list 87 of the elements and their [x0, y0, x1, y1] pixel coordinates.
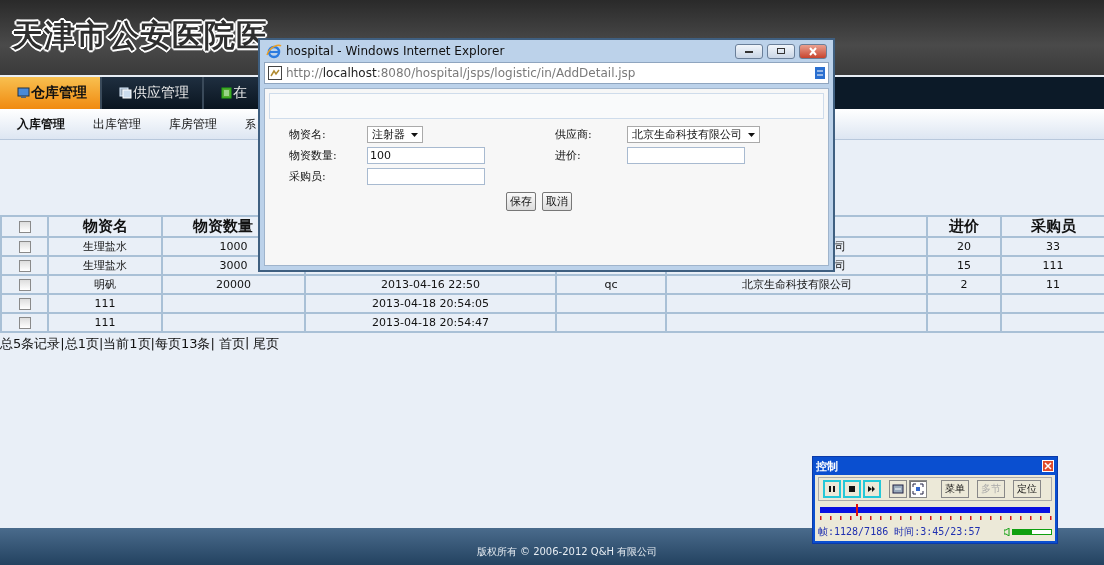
documents-icon	[119, 87, 132, 99]
column-header: 物资数量	[192, 217, 253, 235]
field-label: 物资数量:	[289, 148, 338, 163]
table-cell: 生理盐水	[83, 240, 127, 253]
table-cell: 11	[1046, 278, 1060, 291]
table-cell: 15	[957, 259, 971, 272]
nav-tab[interactable]: 供应管理	[102, 77, 204, 109]
table-cell: 3000	[219, 259, 248, 272]
field-label: 供应商:	[555, 127, 593, 142]
table-cell: 111	[94, 316, 116, 329]
pause-icon	[826, 483, 838, 495]
field-label: 进价:	[555, 148, 582, 163]
window-title: hospital - Windows Internet Explorer	[286, 44, 505, 58]
sub-nav-item[interactable]: 入库管理	[17, 115, 93, 133]
close-icon	[1044, 462, 1052, 470]
toolbar-button[interactable]	[863, 480, 881, 498]
minimize-icon	[744, 48, 754, 54]
input-field[interactable]	[627, 147, 745, 164]
toolbar-button[interactable]	[843, 480, 861, 498]
input-field[interactable]	[367, 168, 485, 185]
speaker-icon	[1004, 528, 1010, 536]
row-checkbox[interactable]	[18, 317, 31, 329]
field-label: 采购员:	[289, 169, 327, 184]
form-button[interactable]: 保存	[505, 192, 536, 211]
input-field[interactable]: 100	[367, 147, 485, 164]
frame-icon	[912, 483, 924, 495]
timeline-track[interactable]	[820, 507, 1050, 513]
table-cell: 司	[835, 240, 846, 253]
address-bar[interactable]: http://localhost:8080/hospital/jsps/logistic/in/AddDetail.jsp	[264, 62, 829, 84]
table-cell: 20000	[216, 278, 251, 291]
copyright-text: 版权所有 © 2006-2012 Q&H 有限公司	[475, 544, 658, 559]
column-header: 采购员	[1030, 217, 1076, 235]
table-cell: 2013-04-18 20:54:47	[372, 316, 489, 329]
fit-screen-icon	[892, 483, 904, 495]
page-link[interactable]: 尾页	[253, 335, 280, 353]
table-cell: 北京生命科技有限公司	[741, 278, 852, 291]
table-cell: 2	[960, 278, 968, 291]
close-icon	[808, 46, 818, 56]
restore-button[interactable]	[767, 43, 795, 59]
status-text: 帧:1128/7186 时间:3:45/23:57	[818, 525, 981, 539]
select-all-checkbox[interactable]	[18, 221, 31, 233]
column-header: 进价	[949, 217, 979, 235]
table-cell: qc	[604, 278, 618, 291]
control-button[interactable]: 定位	[1013, 480, 1041, 498]
row-checkbox[interactable]	[18, 279, 31, 291]
field-label: 物资名:	[289, 127, 327, 142]
column-header: 物资名	[82, 217, 128, 235]
window-title: 控制	[816, 458, 838, 474]
table-cell: 明矾	[94, 278, 116, 291]
volume-slider[interactable]	[1012, 529, 1052, 535]
stop-icon	[846, 483, 858, 495]
page-link[interactable]: 首页	[218, 335, 245, 353]
table-cell: 司	[835, 259, 846, 272]
dropdown[interactable]: 北京生命科技有限公司	[627, 126, 760, 143]
table-cell: 20	[957, 240, 971, 253]
caret-icon	[748, 132, 755, 137]
close-button[interactable]	[799, 43, 827, 59]
url-text: http://localhost:8080/hospital/jsps/logistic/in/AddDetail.jsp	[286, 66, 636, 80]
sub-nav-item[interactable]: 出库管理	[93, 115, 169, 133]
monitor-icon	[17, 87, 30, 99]
skip-icon	[866, 483, 878, 495]
table-cell: 33	[1046, 240, 1060, 253]
sub-nav-item[interactable]: 库房管理	[169, 115, 245, 133]
pager-text: 总5条记录|总1页|当前1页|每页13条|	[0, 335, 215, 353]
page-icon	[268, 66, 282, 80]
restore-icon	[776, 47, 786, 55]
control-button[interactable]: 菜单	[941, 480, 969, 498]
pager-text: |	[244, 335, 250, 352]
nav-tab[interactable]: 仓库管理	[0, 77, 102, 109]
table-cell: 111	[1042, 259, 1064, 272]
form-button[interactable]: 取消	[541, 192, 572, 211]
table-cell: 2013-04-18 20:54:05	[372, 297, 489, 310]
dropdown[interactable]: 注射器	[367, 126, 423, 143]
minimize-button[interactable]	[735, 43, 763, 59]
toolbar-button[interactable]	[823, 480, 841, 498]
notepad-icon	[221, 87, 232, 99]
table-cell: 1000	[219, 240, 248, 253]
row-checkbox[interactable]	[18, 241, 31, 253]
timeline-marker[interactable]	[856, 504, 859, 516]
row-checkbox[interactable]	[18, 298, 31, 310]
browser-icon	[266, 43, 282, 59]
caret-icon	[411, 132, 418, 137]
table-cell: 2013-04-16 22:50	[380, 278, 481, 291]
table-cell: 生理盐水	[83, 259, 127, 272]
table-cell: 111	[94, 297, 116, 310]
sub-nav-item[interactable]: 系	[245, 116, 256, 132]
row-checkbox[interactable]	[18, 260, 31, 272]
